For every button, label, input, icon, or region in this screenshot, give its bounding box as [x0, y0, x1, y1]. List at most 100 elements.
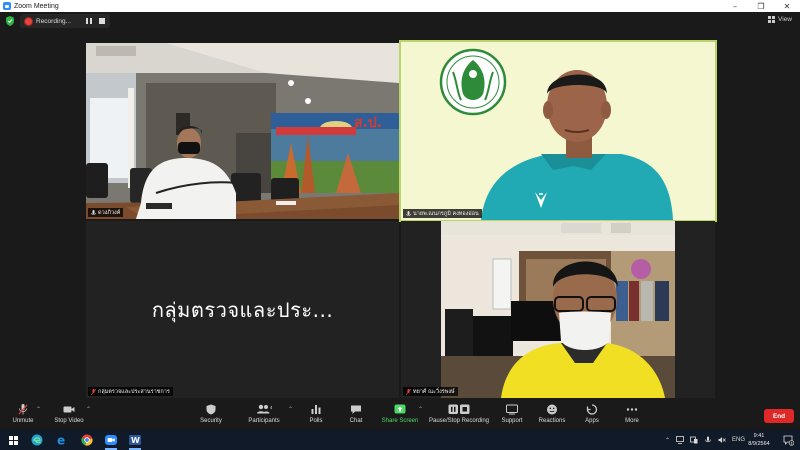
recording-indicator: Recording...	[20, 14, 110, 28]
participant-name-tag: นายพ.ณนภรภูมิ คงทองอ่อน	[403, 209, 482, 218]
view-label: View	[778, 16, 792, 23]
chrome-icon[interactable]	[80, 433, 94, 447]
notification-count: 1	[790, 441, 792, 445]
show-hidden-icons-chevron-icon[interactable]: ⌃	[665, 437, 670, 444]
video-tile-4[interactable]: ทยาศ์ ณะวิ่งรพงษ์	[401, 221, 715, 398]
participants-button[interactable]: 4 Participants	[247, 404, 281, 430]
smiley-icon	[547, 404, 557, 415]
participants-options-chevron-icon[interactable]: ⌃	[288, 406, 293, 413]
emblem-logo	[439, 48, 507, 116]
unmute-label: Unmute	[12, 418, 34, 424]
share-screen-button[interactable]: Share Screen	[380, 404, 420, 430]
video-camera-icon	[63, 406, 75, 413]
stop-recording-icon[interactable]	[99, 18, 105, 24]
title-bar: Zoom Meeting – ❐ ✕	[0, 0, 800, 12]
apps-icon	[586, 404, 598, 415]
recording-dot-icon	[25, 17, 32, 25]
reactions-label: Reactions	[538, 418, 566, 424]
more-dots-icon	[626, 408, 638, 411]
network-icon[interactable]	[676, 436, 684, 444]
display-icon[interactable]	[690, 436, 698, 444]
notifications-icon[interactable]: 1	[781, 433, 795, 447]
more-button[interactable]: More	[620, 404, 644, 430]
participant-name-tag: กลุ่มตรวจและประสานราชการ	[88, 387, 173, 396]
svg-text:ส.ป.: ส.ป.	[354, 115, 382, 131]
end-meeting-button[interactable]: End	[764, 409, 794, 423]
edge-browser-icon[interactable]	[30, 433, 44, 447]
chat-label: Chat	[349, 418, 363, 424]
internet-explorer-icon[interactable]: e	[55, 433, 69, 447]
encryption-shield-icon[interactable]	[6, 16, 14, 26]
stop-video-button[interactable]: Stop Video	[52, 404, 86, 430]
more-label: More	[625, 418, 639, 424]
muted-mic-icon	[91, 388, 96, 395]
shield-icon	[206, 404, 216, 415]
polls-button[interactable]: Polls	[304, 404, 328, 430]
share-options-chevron-icon[interactable]: ⌃	[418, 406, 423, 413]
participant-name: กลุ่มตรวจและประสานราชการ	[98, 388, 170, 395]
stop-video-label: Stop Video	[54, 418, 84, 424]
pause-stop-recording-button[interactable]: Pause/Stop Recording	[429, 404, 489, 430]
participant-display-name: กลุ่มตรวจและประ...	[151, 297, 334, 322]
video-options-chevron-icon[interactable]: ⌃	[86, 406, 91, 413]
system-tray: ⌃ ENG	[665, 433, 745, 447]
chat-button[interactable]: Chat	[344, 404, 368, 430]
view-button[interactable]: View	[768, 16, 792, 23]
mic-icon	[406, 210, 411, 216]
audio-options-chevron-icon[interactable]: ⌃	[36, 406, 41, 413]
zoom-app-icon	[3, 2, 11, 10]
participant-name-tag: ดวงภิวงค์	[88, 208, 124, 217]
zoom-taskbar-icon[interactable]	[104, 433, 118, 450]
apps-label: Apps	[585, 418, 599, 424]
participant-video-feed: ส.ป.	[86, 43, 399, 219]
participants-label: Participants	[248, 418, 280, 424]
meeting-top-bar: Recording... View	[0, 12, 800, 30]
pause-stop-recording-icon	[448, 404, 470, 414]
participant-count: 4	[270, 405, 272, 410]
reactions-button[interactable]: Reactions	[538, 404, 566, 430]
pause-stop-recording-label: Pause/Stop Recording	[428, 418, 490, 424]
chat-icon	[351, 405, 361, 414]
participant-name-tag: ทยาศ์ ณะวิ่งรพงษ์	[403, 387, 458, 396]
polls-icon	[311, 405, 321, 414]
support-button[interactable]: Support	[500, 404, 524, 430]
grid-view-icon	[768, 16, 776, 23]
taskbar-clock[interactable]: 9:41 8/9/2564	[740, 432, 778, 448]
security-button[interactable]: Security	[198, 404, 224, 430]
speaker-muted-icon[interactable]	[718, 436, 726, 444]
unmute-button[interactable]: Unmute	[10, 404, 36, 430]
video-tile-3-no-video[interactable]: กลุ่มตรวจและประ... กลุ่มตรวจและประสานราช…	[86, 221, 399, 398]
participant-video-feed	[401, 221, 715, 398]
maximize-icon[interactable]: ❐	[748, 0, 774, 12]
zoom-meeting-window: Zoom Meeting – ❐ ✕ Recording... View ส.ป…	[0, 0, 800, 450]
participant-name: ดวงภิวงค์	[98, 209, 121, 216]
polls-label: Polls	[309, 418, 323, 424]
video-tile-1[interactable]: ส.ป. ดวงภิวงค์	[86, 43, 399, 219]
mic-icon	[91, 209, 96, 215]
share-screen-label: Share Screen	[381, 418, 419, 424]
muted-microphone-icon	[18, 404, 28, 415]
clock-date: 8/9/2564	[748, 441, 770, 447]
participants-icon: 4	[257, 404, 272, 414]
security-label: Security	[200, 418, 222, 424]
share-screen-icon	[394, 404, 406, 414]
word-icon[interactable]: W	[128, 433, 142, 450]
minimize-icon[interactable]: –	[722, 0, 748, 12]
support-label: Support	[501, 418, 523, 424]
window-title: Zoom Meeting	[14, 2, 59, 10]
muted-mic-icon	[406, 388, 411, 395]
participant-name: ทยาศ์ ณะวิ่งรพงษ์	[413, 388, 455, 395]
windows-start-icon[interactable]	[6, 433, 20, 447]
video-tile-2-active-speaker[interactable]: นายพ.ณนภรภูมิ คงทองอ่อน	[399, 40, 717, 222]
svg-text:e: e	[57, 434, 65, 446]
windows-taskbar: e W ⌃ ENG 9:41 8/9/2564 1	[0, 430, 800, 450]
close-icon[interactable]: ✕	[774, 0, 800, 12]
window-controls: – ❐ ✕	[722, 0, 800, 12]
microphone-icon[interactable]	[704, 436, 712, 444]
pause-recording-icon[interactable]	[86, 18, 92, 24]
apps-button[interactable]: Apps	[580, 404, 604, 430]
recording-label: Recording...	[36, 17, 72, 25]
participant-video-feed	[401, 42, 715, 220]
meeting-controls-toolbar: Unmute ⌃ Stop Video ⌃ Security 4 Partici…	[0, 400, 800, 430]
participant-name: นายพ.ณนภรภูมิ คงทองอ่อน	[413, 210, 479, 217]
